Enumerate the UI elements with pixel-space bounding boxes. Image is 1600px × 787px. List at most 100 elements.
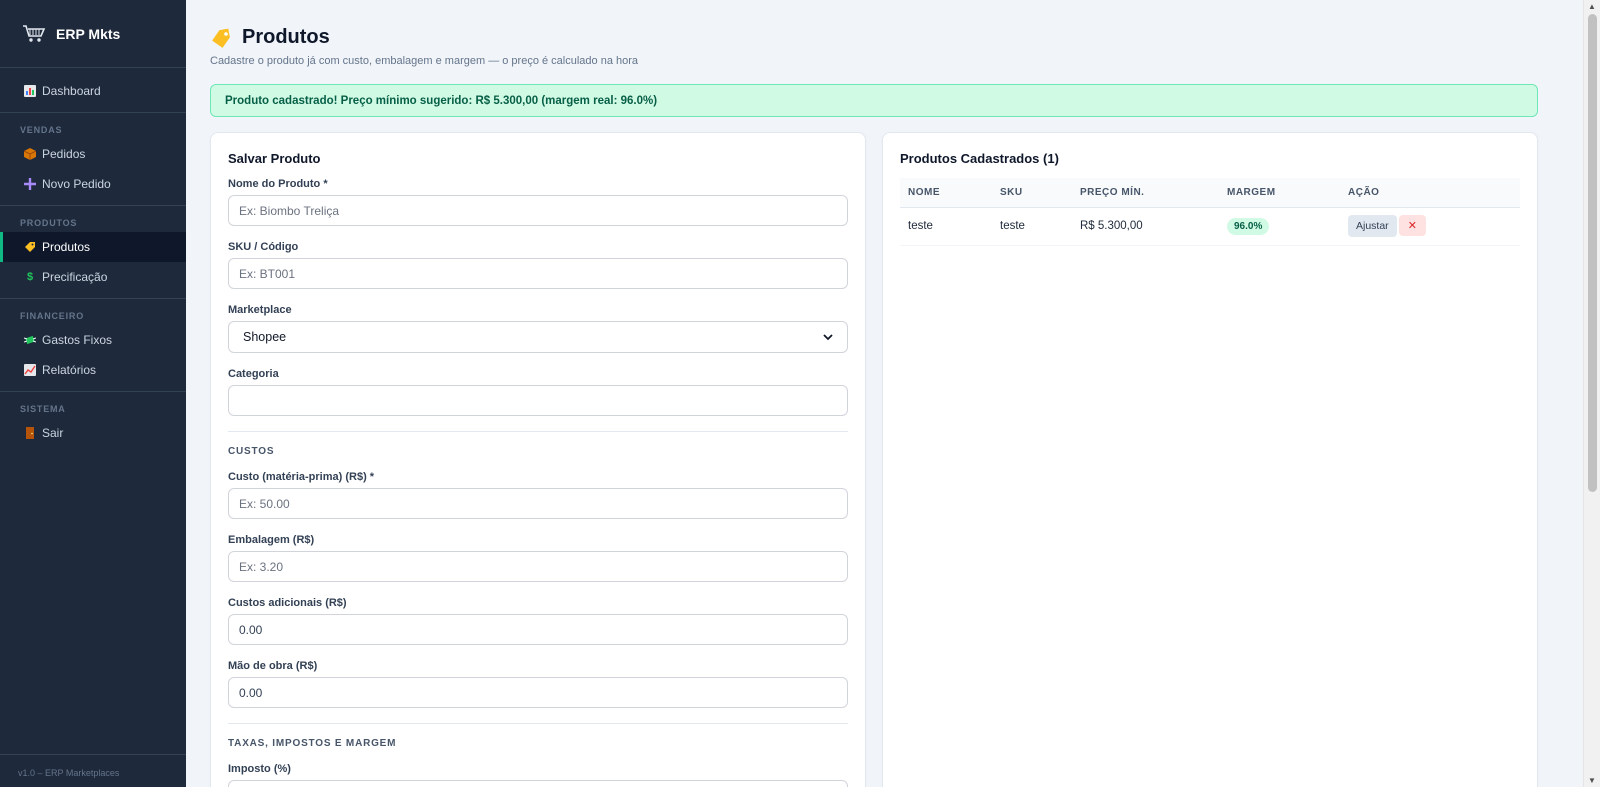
sidebar-item-novo-pedido[interactable]: Novo Pedido	[0, 169, 186, 199]
door-icon	[24, 427, 36, 439]
adicionais-label: Custos adicionais (R$)	[228, 597, 347, 609]
page-title-text: Produtos	[242, 26, 330, 48]
sidebar-item-label: Produtos	[42, 240, 91, 254]
success-alert: Produto cadastrado! Preço mínimo sugerid…	[210, 84, 1538, 117]
custo-label: Custo (matéria-prima) (R$) *	[228, 471, 375, 483]
tag-icon	[24, 241, 36, 253]
scroll-thumb[interactable]	[1588, 14, 1597, 492]
page-scrollbar[interactable]: ▲ ▼	[1583, 0, 1600, 787]
field-marketplace: Marketplace Shopee	[228, 304, 848, 353]
field-adicionais: Custos adicionais (R$)	[228, 597, 848, 645]
nome-input[interactable]	[228, 195, 848, 226]
sidebar-item-relatorios[interactable]: Relatórios	[0, 355, 186, 385]
cell-margem: 96.0%	[1219, 207, 1340, 246]
cell-nome: teste	[900, 207, 992, 246]
sidebar-item-pedidos[interactable]: Pedidos	[0, 139, 186, 169]
divider	[0, 391, 186, 392]
section-vendas: VENDAS	[20, 125, 63, 135]
divider	[0, 112, 186, 113]
chevron-down-icon	[823, 333, 833, 340]
sidebar-item-label: Dashboard	[42, 84, 101, 98]
taxas-section-label: TAXAS, IMPOSTOS E MARGEM	[228, 738, 397, 749]
col-preco[interactable]: PREÇO MÍN.	[1072, 178, 1219, 208]
products-list-card: Produtos Cadastrados (1) NOME SKU PREÇO …	[882, 132, 1538, 787]
sidebar-item-produtos[interactable]: Produtos	[0, 232, 186, 262]
delete-button[interactable]: ✕	[1398, 215, 1426, 236]
page-title: Produtos	[210, 26, 1538, 49]
col-nome[interactable]: NOME	[900, 178, 992, 208]
field-sku: SKU / Código	[228, 241, 848, 289]
package-icon	[24, 148, 36, 160]
field-imposto: Imposto (%)	[228, 763, 848, 787]
sidebar-item-sair[interactable]: Sair	[0, 418, 186, 448]
section-financeiro: FINANCEIRO	[20, 311, 84, 321]
scroll-up-icon[interactable]: ▲	[1588, 2, 1596, 11]
section-produtos: PRODUTOS	[20, 218, 78, 228]
sidebar-item-label: Novo Pedido	[42, 177, 111, 191]
col-sku[interactable]: SKU	[992, 178, 1072, 208]
divider	[228, 431, 848, 432]
col-margem[interactable]: MARGEM	[1219, 178, 1340, 208]
scroll-down-icon[interactable]: ▼	[1588, 776, 1596, 785]
sidebar-item-label: Precificação	[42, 270, 108, 284]
cell-acao: Ajustar ✕	[1340, 207, 1520, 246]
page-header: Produtos Cadastre o produto já com custo…	[210, 0, 1538, 84]
table-row: teste teste R$ 5.300,00 96.0% Ajustar ✕	[900, 207, 1520, 246]
divider	[0, 205, 186, 206]
product-form-card: Salvar Produto Nome do Produto * SKU / C…	[210, 132, 866, 787]
divider	[228, 723, 848, 724]
sidebar: ERP Mkts Dashboard VENDAS Pedidos Novo P…	[0, 0, 186, 787]
field-nome: Nome do Produto *	[228, 178, 848, 226]
money-wings-icon	[24, 334, 36, 346]
imposto-label: Imposto (%)	[228, 763, 291, 775]
field-mao-obra: Mão de obra (R$)	[228, 660, 848, 708]
table-header-row: NOME SKU PREÇO MÍN. MARGEM AÇÃO	[900, 178, 1520, 208]
mao-obra-input[interactable]	[228, 677, 848, 708]
field-categoria: Categoria	[228, 368, 848, 416]
dollar-icon: $	[26, 271, 34, 283]
form-title: Salvar Produto	[228, 151, 321, 166]
sku-label: SKU / Código	[228, 241, 299, 253]
list-title: Produtos Cadastrados (1)	[900, 151, 1059, 166]
sidebar-footer: v1.0 – ERP Marketplaces	[0, 754, 186, 787]
cell-preco: R$ 5.300,00	[1072, 207, 1219, 246]
mao-obra-label: Mão de obra (R$)	[228, 660, 318, 672]
sidebar-item-dashboard[interactable]: Dashboard	[0, 76, 186, 106]
products-table: NOME SKU PREÇO MÍN. MARGEM AÇÃO teste te…	[900, 178, 1520, 246]
plus-icon	[24, 178, 36, 190]
tag-icon	[212, 28, 230, 48]
imposto-input[interactable]	[228, 780, 848, 787]
sidebar-item-precificacao[interactable]: $ Precificação	[0, 262, 186, 292]
section-sistema: SISTEMA	[20, 404, 66, 414]
nome-label: Nome do Produto *	[228, 178, 328, 190]
categoria-input[interactable]	[228, 385, 848, 416]
sku-input[interactable]	[228, 258, 848, 289]
marketplace-select[interactable]: Shopee	[228, 321, 848, 353]
field-embalagem: Embalagem (R$)	[228, 534, 848, 582]
chart-increasing-icon	[24, 364, 36, 376]
sidebar-item-label: Relatórios	[42, 363, 97, 377]
embalagem-input[interactable]	[228, 551, 848, 582]
marketplace-label: Marketplace	[228, 304, 292, 316]
sidebar-item-label: Gastos Fixos	[42, 333, 113, 347]
page-subtitle: Cadastre o produto já com custo, embalag…	[210, 55, 639, 67]
custos-section-label: CUSTOS	[228, 446, 275, 457]
adjust-button[interactable]: Ajustar	[1348, 215, 1397, 237]
sidebar-item-label: Pedidos	[42, 147, 86, 161]
custo-input[interactable]	[228, 488, 848, 519]
brand-title: ERP Mkts	[56, 25, 121, 42]
cell-sku: teste	[992, 207, 1072, 246]
categoria-label: Categoria	[228, 368, 279, 380]
sidebar-item-label: Sair	[42, 426, 64, 440]
divider	[0, 298, 186, 299]
embalagem-label: Embalagem (R$)	[228, 534, 315, 546]
cart-icon	[23, 24, 46, 42]
brand[interactable]: ERP Mkts	[0, 0, 186, 68]
field-custo: Custo (matéria-prima) (R$) *	[228, 471, 848, 519]
content-columns: Salvar Produto Nome do Produto * SKU / C…	[210, 132, 1538, 787]
marketplace-value: Shopee	[243, 330, 287, 344]
sidebar-item-gastos-fixos[interactable]: Gastos Fixos	[0, 325, 186, 355]
adicionais-input[interactable]	[228, 614, 848, 645]
bar-chart-icon	[24, 85, 36, 97]
margin-badge: 96.0%	[1227, 217, 1270, 235]
